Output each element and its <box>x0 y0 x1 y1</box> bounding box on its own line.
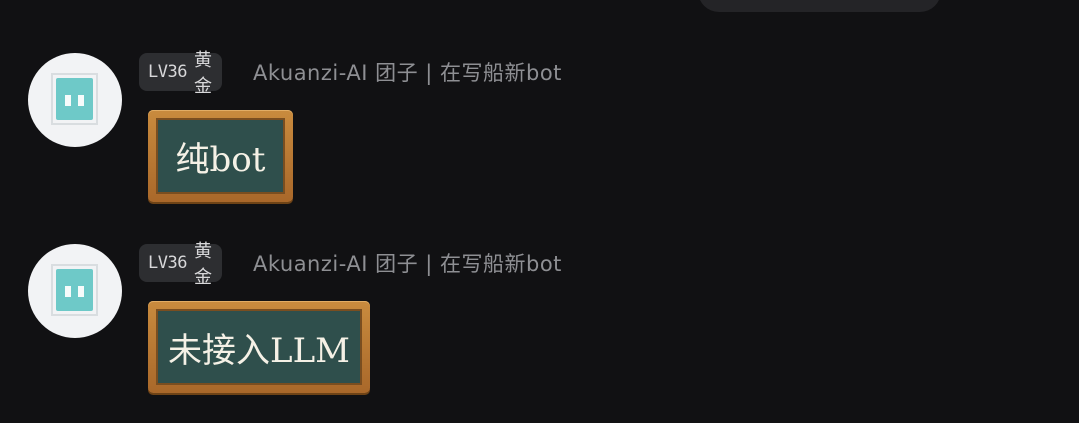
username[interactable]: Akuanzi-AI 团子 | 在写船新bot <box>253 248 562 278</box>
avatar-eye <box>78 95 84 106</box>
level-badge: LV36 黄金 <box>139 50 222 97</box>
avatar-eye <box>65 95 71 106</box>
avatar-face-icon <box>56 78 93 120</box>
message-content: 纯bot <box>156 118 285 194</box>
avatar[interactable] <box>28 244 122 338</box>
message-bubble[interactable]: 未接入LLM <box>148 301 370 393</box>
avatar-eye <box>78 286 84 297</box>
avatar-eye <box>65 286 71 297</box>
badge-level: LV36 <box>148 62 187 82</box>
avatar-face-icon <box>56 269 93 311</box>
badge-rank: 黄金 <box>193 241 212 288</box>
badge-level: LV36 <box>148 253 187 273</box>
avatar[interactable] <box>28 53 122 147</box>
message-content: 未接入LLM <box>156 309 362 385</box>
username[interactable]: Akuanzi-AI 团子 | 在写船新bot <box>253 57 562 87</box>
message-bubble[interactable]: 纯bot <box>148 110 293 202</box>
top-input-pill[interactable] <box>698 0 941 12</box>
level-badge: LV36 黄金 <box>139 241 222 288</box>
badge-rank: 黄金 <box>193 50 212 97</box>
